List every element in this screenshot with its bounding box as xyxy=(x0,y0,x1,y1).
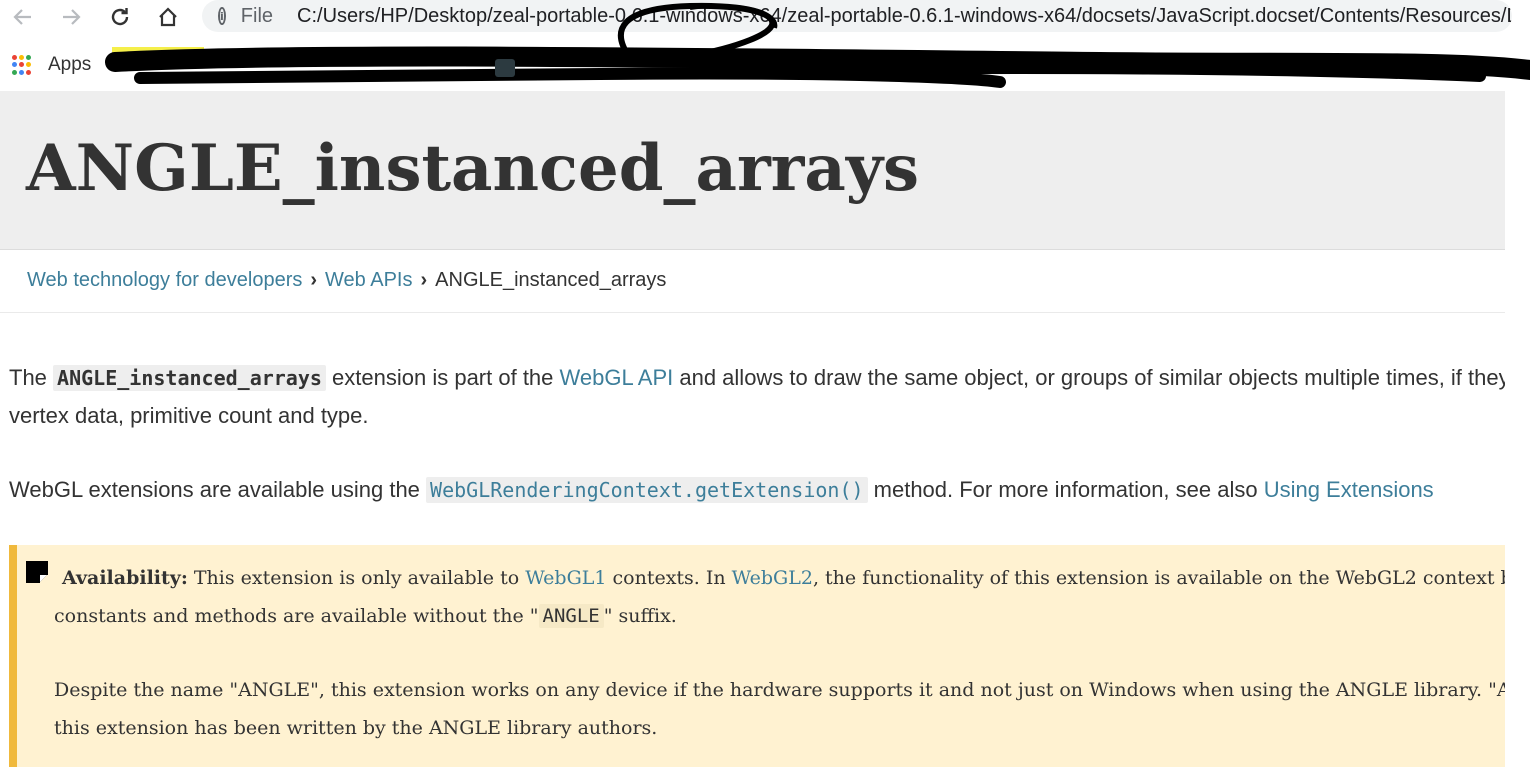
availability-note: Availability: This extension is only ava… xyxy=(9,545,1505,767)
note-text: " suffix. xyxy=(603,605,677,627)
apps-shortcut[interactable]: Apps xyxy=(12,54,91,76)
extensions-text: method. For more information, see also xyxy=(867,477,1264,502)
webgl-api-link[interactable]: WebGL API xyxy=(560,365,674,390)
webgl1-link[interactable]: WebGL1 xyxy=(525,567,606,589)
bookmarks-bar: Apps xyxy=(0,40,1530,90)
intro-text: and allows to draw the same object, or g… xyxy=(679,365,1505,390)
angle-code: ANGLE xyxy=(538,604,604,628)
back-arrow-icon[interactable] xyxy=(10,4,36,30)
reload-icon[interactable] xyxy=(107,4,133,30)
divider xyxy=(0,312,1505,313)
page-content: ANGLE_instanced_arrays Web technology fo… xyxy=(0,91,1505,776)
note-line-4: this extension has been written by the A… xyxy=(54,717,658,739)
get-extension-link[interactable]: WebGLRenderingContext.getExtension() xyxy=(426,477,868,503)
extensions-text: WebGL extensions are available using the xyxy=(9,477,427,502)
breadcrumb-web-technology[interactable]: Web technology for developers xyxy=(27,269,302,291)
note-line-3: Despite the name "ANGLE", this extension… xyxy=(54,679,1505,701)
note-text: contexts. In xyxy=(606,567,732,589)
intro-text: The xyxy=(9,365,54,390)
breadcrumb-current: ANGLE_instanced_arrays xyxy=(435,269,667,291)
forward-arrow-icon[interactable] xyxy=(58,4,84,30)
apps-grid-icon xyxy=(12,55,32,75)
extensions-paragraph: WebGL extensions are available using the… xyxy=(9,471,1505,509)
note-text: constants and methods are available with… xyxy=(54,605,539,627)
note-line-2: constants and methods are available with… xyxy=(54,597,1505,635)
page-title: ANGLE_instanced_arrays xyxy=(26,131,920,206)
webgl2-link[interactable]: WebGL2 xyxy=(732,567,813,589)
breadcrumb-separator: › xyxy=(420,269,428,291)
intro-text: extension is part of the xyxy=(325,365,560,390)
url-scheme: File xyxy=(240,4,274,27)
breadcrumb-web-apis[interactable]: Web APIs xyxy=(325,269,412,291)
intro-code: ANGLE_instanced_arrays xyxy=(53,365,326,391)
intro-paragraph: The ANGLE_instanced_arrays extension is … xyxy=(9,359,1505,435)
home-icon[interactable] xyxy=(155,4,181,30)
note-line-1: Availability: This extension is only ava… xyxy=(62,559,1505,597)
apps-label: Apps xyxy=(48,54,92,75)
note-text: , the functionality of this extension is… xyxy=(812,567,1505,589)
intro-text: vertex data, primitive count and type. xyxy=(9,403,369,428)
note-label: Availability: xyxy=(62,567,188,589)
note-icon xyxy=(26,561,48,583)
get-extension-code: WebGLRenderingContext.getExtension() xyxy=(426,477,868,503)
redaction-bookmarks xyxy=(105,46,1530,88)
browser-toolbar: i File C:/Users/HP/Desktop/zeal-portable… xyxy=(0,0,1530,65)
breadcrumb-separator: › xyxy=(310,269,318,291)
info-icon[interactable]: i xyxy=(218,7,226,25)
breadcrumb: Web technology for developers › Web APIs › A… xyxy=(27,269,666,292)
note-text: This extension is only available to xyxy=(187,567,526,589)
using-extensions-link[interactable]: Using Extensions xyxy=(1264,477,1434,502)
page-header: ANGLE_instanced_arrays xyxy=(0,91,1505,250)
